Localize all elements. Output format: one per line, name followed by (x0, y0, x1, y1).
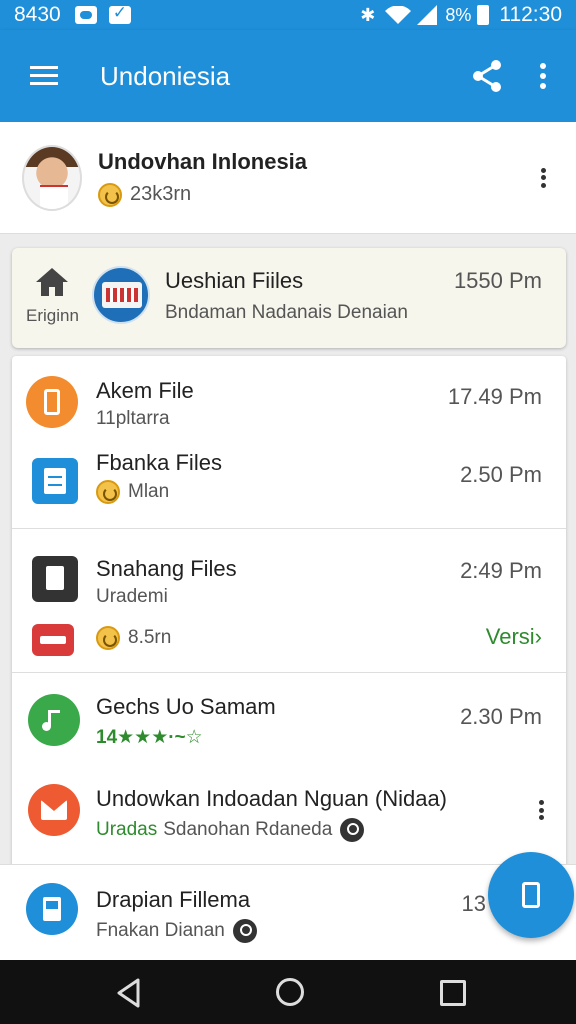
profile-stats: 23k3rn (98, 182, 540, 207)
search-badge-icon (340, 818, 365, 842)
list-item-subtitle: 11pltarra (96, 408, 170, 429)
item-overflow-icon[interactable] (538, 800, 544, 820)
recents-icon[interactable] (440, 980, 466, 1006)
rating: 14★★★·~☆ (96, 727, 203, 748)
signal-icon (417, 5, 438, 25)
list-item-subtitle: Mlan (128, 481, 170, 502)
list-item-title: Drapian Fillema (96, 887, 251, 912)
list-item-title: Undowkan Indoadan Nguan (Nidaa) (96, 786, 448, 811)
battery-icon (477, 5, 490, 25)
home-icon[interactable] (34, 266, 70, 298)
profile-overflow-icon[interactable] (540, 167, 546, 188)
list-item-time: 2:49 Pm (460, 558, 542, 583)
status-time-left: 8430 (14, 3, 61, 26)
list-item-title: Akem File (96, 378, 194, 403)
status-time-right: 112:30 (499, 3, 562, 26)
app-title: Undoniesia (100, 60, 231, 91)
list-item[interactable]: Drapian Fillema Fnakan Dianan 13 (0, 864, 576, 960)
card-icon (32, 624, 74, 656)
profile-sub-text: 23k3rn (130, 183, 192, 205)
divider (12, 528, 566, 529)
coin-icon (96, 480, 120, 504)
file-list: Akem File 11pltarra 17.49 Pm Fbanka File… (12, 356, 566, 876)
version-link[interactable]: Versi› (486, 624, 542, 650)
list-item-subtitle: Sdanohan Rdaneda (163, 819, 333, 840)
list-item-subtitle-row: Mlan (96, 480, 169, 504)
file-thumbnail (92, 266, 150, 324)
back-icon[interactable] (116, 978, 142, 1008)
origin-time: 1550 Pm (453, 268, 542, 293)
mail-icon (28, 784, 80, 836)
list-item-tag: Uradas (96, 819, 158, 840)
phone-icon (522, 882, 540, 908)
search-badge-icon (232, 919, 257, 943)
list-item-time: 2.50 Pm (460, 462, 542, 487)
battery-percent: 8% (445, 4, 472, 25)
overflow-menu-icon[interactable] (540, 63, 546, 89)
divider (12, 672, 566, 673)
list-item-subtitle: Fnakan Dianan (96, 920, 225, 941)
list-item-time: 17.49 Pm (447, 384, 542, 409)
fab-button[interactable] (488, 852, 574, 938)
voicemail-icon (74, 6, 97, 24)
check-icon (108, 3, 131, 24)
profile-header[interactable]: Undovhan Inlonesia 23k3rn (0, 122, 576, 234)
share-icon[interactable] (472, 59, 502, 93)
coin-icon (96, 626, 120, 650)
list-item-time: 13 (461, 891, 486, 916)
list-item-subtitle-row: Fnakan Dianan (96, 919, 257, 943)
origin-card[interactable]: Eriginn Ueshian Fiiles Bndaman Nadanais … (12, 248, 566, 348)
list-item-title: Fbanka Files (96, 450, 222, 475)
list-item-title: Snahang Files (96, 556, 237, 581)
list-item-time: 2.30 Pm (460, 704, 542, 729)
list-item-title: Gechs Uo Samam (96, 694, 276, 719)
list-item-subtitle-row: 8.5rn (96, 626, 171, 650)
phone-icon (26, 376, 78, 428)
origin-title: Ueshian Fiiles (165, 268, 304, 293)
menu-icon[interactable] (30, 66, 58, 86)
list-item-subtitle: 8.5rn (128, 627, 172, 648)
status-bar: 8430 ✱ 8% 112:30 (0, 0, 576, 30)
document-icon (26, 883, 78, 935)
wifi-icon (385, 6, 412, 24)
origin-subtitle: Bndaman Nadanais Denaian (165, 302, 408, 323)
list-item-subtitle: Urademi (96, 586, 168, 607)
app-bar: Undoniesia (0, 30, 576, 122)
origin-label: Eriginn (26, 306, 79, 325)
home-nav-icon[interactable] (276, 978, 304, 1006)
music-icon (28, 694, 80, 746)
document-icon (32, 458, 78, 504)
file-icon (32, 556, 78, 602)
bluetooth-icon: ✱ (360, 4, 376, 25)
profile-name: Undovhan Inlonesia (98, 148, 308, 174)
avatar[interactable] (22, 144, 82, 211)
system-nav-bar (0, 960, 576, 1024)
coin-icon (98, 182, 122, 207)
list-item-subtitle-row: Uradas Sdanohan Rdaneda (96, 818, 365, 842)
